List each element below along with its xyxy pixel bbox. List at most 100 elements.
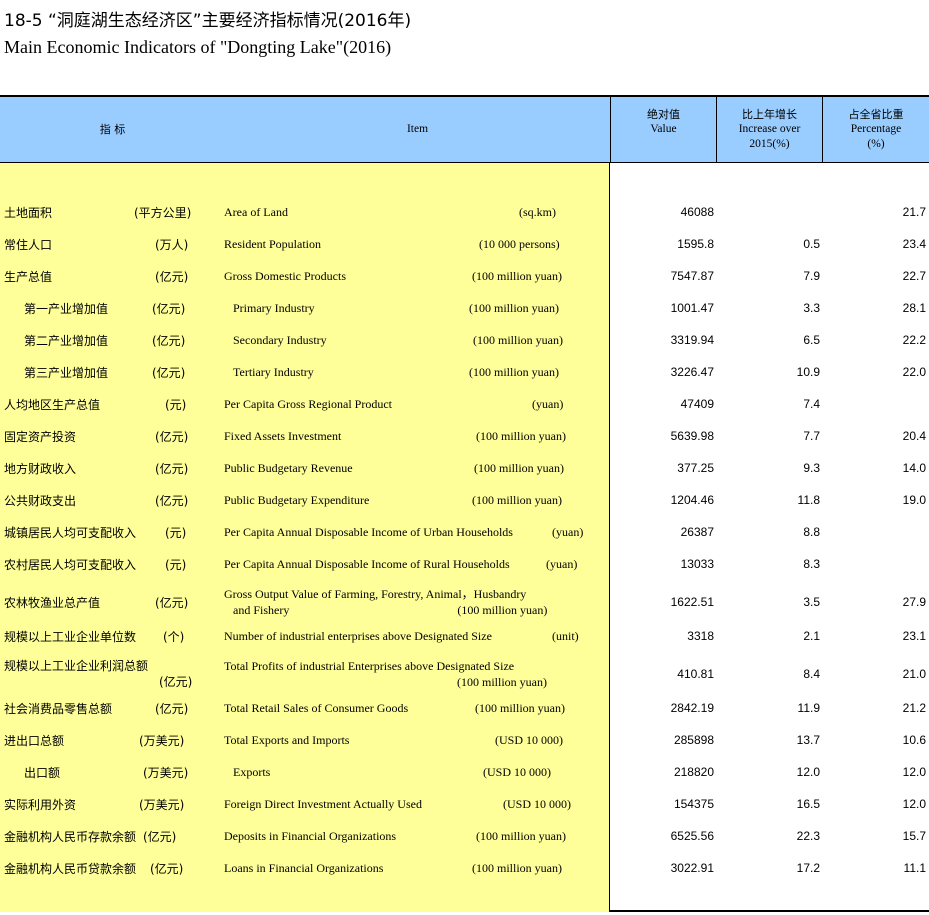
- table-row: 土地面积 (平方公里) Area of Land (sq.km) 46088 21.7: [0, 196, 929, 228]
- indicator-name-en: Public Budgetary Revenue: [224, 460, 353, 475]
- indicator-name-cn: 土地面积: [4, 205, 53, 220]
- growth-cell: 7.9: [803, 269, 820, 283]
- indicator-name-en: Gross Output Value of Farming, Forestry,…: [224, 584, 547, 620]
- table-row: 社会消费品零售总额 (亿元) Total Retail Sales of Consu…: [0, 692, 929, 724]
- share-cell: 21.2: [902, 701, 926, 715]
- indicator-name-cn: 第一产业增加值: [24, 301, 109, 316]
- value-cell: 285898: [673, 733, 714, 747]
- indicator-unit-cn: (万美元): [143, 765, 189, 780]
- growth-cell: 3.5: [803, 595, 820, 609]
- indicator-unit-en: (100 million yuan): [469, 364, 559, 379]
- indicator-name-cn: 社会消费品零售总额: [4, 701, 113, 716]
- table-row: 常住人口 (万人) Resident Population (10 000 perso…: [0, 228, 929, 260]
- table-row: 农林牧渔业总产值 (亿元) Gross Output Value of Farmin…: [0, 584, 929, 620]
- indicator-unit-cn: (亿元): [150, 861, 184, 876]
- indicator-unit-cn: (亿元): [152, 301, 186, 316]
- value-cell: 26387: [680, 525, 714, 539]
- indicator-unit-cn: (亿元): [159, 675, 193, 689]
- indicator-name-en: Foreign Direct Investment Actually Used: [224, 796, 422, 811]
- indicator-unit-cn: (元): [165, 557, 187, 572]
- indicator-name-en-text: Total Profits of industrial Enterprises …: [224, 659, 515, 673]
- table-row: 第二产业增加值 (亿元) Secondary Industry (100 millio…: [0, 324, 929, 356]
- indicator-unit-cn: (亿元): [155, 493, 189, 508]
- growth-cell: 7.7: [803, 429, 820, 443]
- indicators-table: 指 标 Item 绝对值 Value 比上年增长 Increase over 2015…: [0, 95, 929, 912]
- indicator-name-cn: 公共财政支出: [4, 493, 77, 508]
- share-cell: 12.0: [902, 797, 926, 811]
- indicator-name-en: Per Capita Annual Disposable Income of R…: [224, 556, 510, 571]
- growth-cell: 17.2: [796, 861, 820, 875]
- indicator-unit-en: (100 million yuan): [474, 460, 564, 475]
- share-cell: 12.0: [902, 765, 926, 779]
- indicator-name-cn: 第二产业增加值: [24, 333, 109, 348]
- indicator-unit-en: (USD 10 000): [483, 764, 551, 779]
- share-cell: 21.0: [902, 667, 926, 681]
- indicator-unit-cn: (万美元): [139, 733, 185, 748]
- indicator-name-cn: 出口额: [24, 765, 61, 780]
- share-cell: 22.0: [902, 365, 926, 379]
- indicator-unit-cn: (个): [163, 629, 185, 644]
- indicator-unit-en: (yuan): [546, 556, 578, 571]
- indicator-name-en: Deposits in Financial Organizations: [224, 828, 397, 843]
- share-cell: 28.1: [902, 301, 926, 315]
- indicator-name-cn: 农村居民人均可支配收入: [4, 557, 137, 572]
- indicator-name-cn-text: 规模以上工业企业利润总额: [4, 659, 149, 673]
- indicator-name-cn: 农林牧渔业总产值: [4, 595, 101, 610]
- indicator-name-en: Public Budgetary Expenditure: [224, 492, 370, 507]
- share-cell: 14.0: [902, 461, 926, 475]
- growth-cell: 7.4: [803, 397, 820, 411]
- value-cell: 6525.56: [670, 829, 714, 843]
- table-row: 城镇居民人均可支配收入 (元) Per Capita Annual Disposab…: [0, 516, 929, 548]
- growth-cell: 11.9: [797, 701, 820, 715]
- indicator-unit-cn: (平方公里): [134, 205, 192, 220]
- growth-cell: 3.3: [803, 301, 820, 315]
- indicator-unit-cn: (亿元): [155, 595, 189, 610]
- share-cell: 23.1: [902, 629, 926, 643]
- table-row: 金融机构人民币贷款余额 (亿元) Loans in Financial Organi…: [0, 852, 929, 884]
- share-cell: 22.2: [902, 333, 926, 347]
- indicator-name-en: Fixed Assets Investment: [224, 428, 342, 443]
- value-cell: 3022.91: [670, 861, 714, 875]
- share-cell: 15.7: [902, 829, 926, 843]
- value-cell: 410.81: [677, 667, 714, 681]
- indicator-unit-en: (USD 10 000): [495, 732, 563, 747]
- value-cell: 47409: [680, 397, 714, 411]
- value-cell: 1622.51: [670, 595, 714, 609]
- growth-cell: 22.3: [796, 829, 820, 843]
- indicator-unit-en: (100 million yuan): [475, 700, 565, 715]
- indicator-name-cn: 金融机构人民币存款余额: [4, 829, 137, 844]
- indicator-name-en: Total Profits of industrial Enterprises …: [224, 656, 547, 692]
- table-row: 农村居民人均可支配收入 (元) Per Capita Annual Disposab…: [0, 548, 929, 580]
- share-cell: 23.4: [902, 237, 926, 251]
- indicator-unit-cn: (万美元): [139, 797, 185, 812]
- indicator-unit-cn: (亿元): [155, 429, 189, 444]
- table-row: 第一产业增加值 (亿元) Primary Industry (100 million …: [0, 292, 929, 324]
- table-row: 人均地区生产总值 (元) Per Capita Gross Regional Pro…: [0, 388, 929, 420]
- share-cell: 27.9: [902, 595, 926, 609]
- indicator-name-cn: 人均地区生产总值: [4, 397, 101, 412]
- growth-cell: 8.8: [803, 525, 820, 539]
- indicator-name-cn: 进出口总额: [4, 733, 65, 748]
- indicator-unit-en: (100 million yuan): [476, 428, 566, 443]
- indicator-unit-en: (100 million yuan): [476, 828, 566, 843]
- growth-cell: 11.8: [797, 493, 820, 507]
- indicator-unit-en: (100 million yuan): [469, 300, 559, 315]
- indicator-name-en: Area of Land: [224, 204, 288, 219]
- growth-cell: 6.5: [803, 333, 820, 347]
- growth-cell: 13.7: [796, 733, 820, 747]
- indicator-name-cn: 生产总值: [4, 269, 53, 284]
- growth-cell: 9.3: [803, 461, 820, 475]
- indicator-name-en: Total Retail Sales of Consumer Goods: [224, 700, 409, 715]
- table-header: 指 标 Item 绝对值 Value 比上年增长 Increase over 2015…: [0, 97, 929, 163]
- indicator-unit-en: (100 million yuan): [472, 492, 562, 507]
- share-cell: 21.7: [902, 205, 926, 219]
- indicator-name-en: Total Exports and Imports: [224, 732, 350, 747]
- indicator-unit-en: (unit): [552, 628, 579, 643]
- indicator-name-en: Loans in Financial Organizations: [224, 860, 384, 875]
- indicator-name-en-line2: and Fishery (100 million yuan): [224, 602, 547, 618]
- indicator-unit-cn: (亿元): [152, 365, 186, 380]
- table-row: 出口额 (万美元) Exports (USD 10 000) 218820 12.0 12.…: [0, 756, 929, 788]
- value-cell: 3226.47: [670, 365, 714, 379]
- table-row: 金融机构人民币存款余额 (亿元) Deposits in Financial Org…: [0, 820, 929, 852]
- value-cell: 3318: [687, 629, 714, 643]
